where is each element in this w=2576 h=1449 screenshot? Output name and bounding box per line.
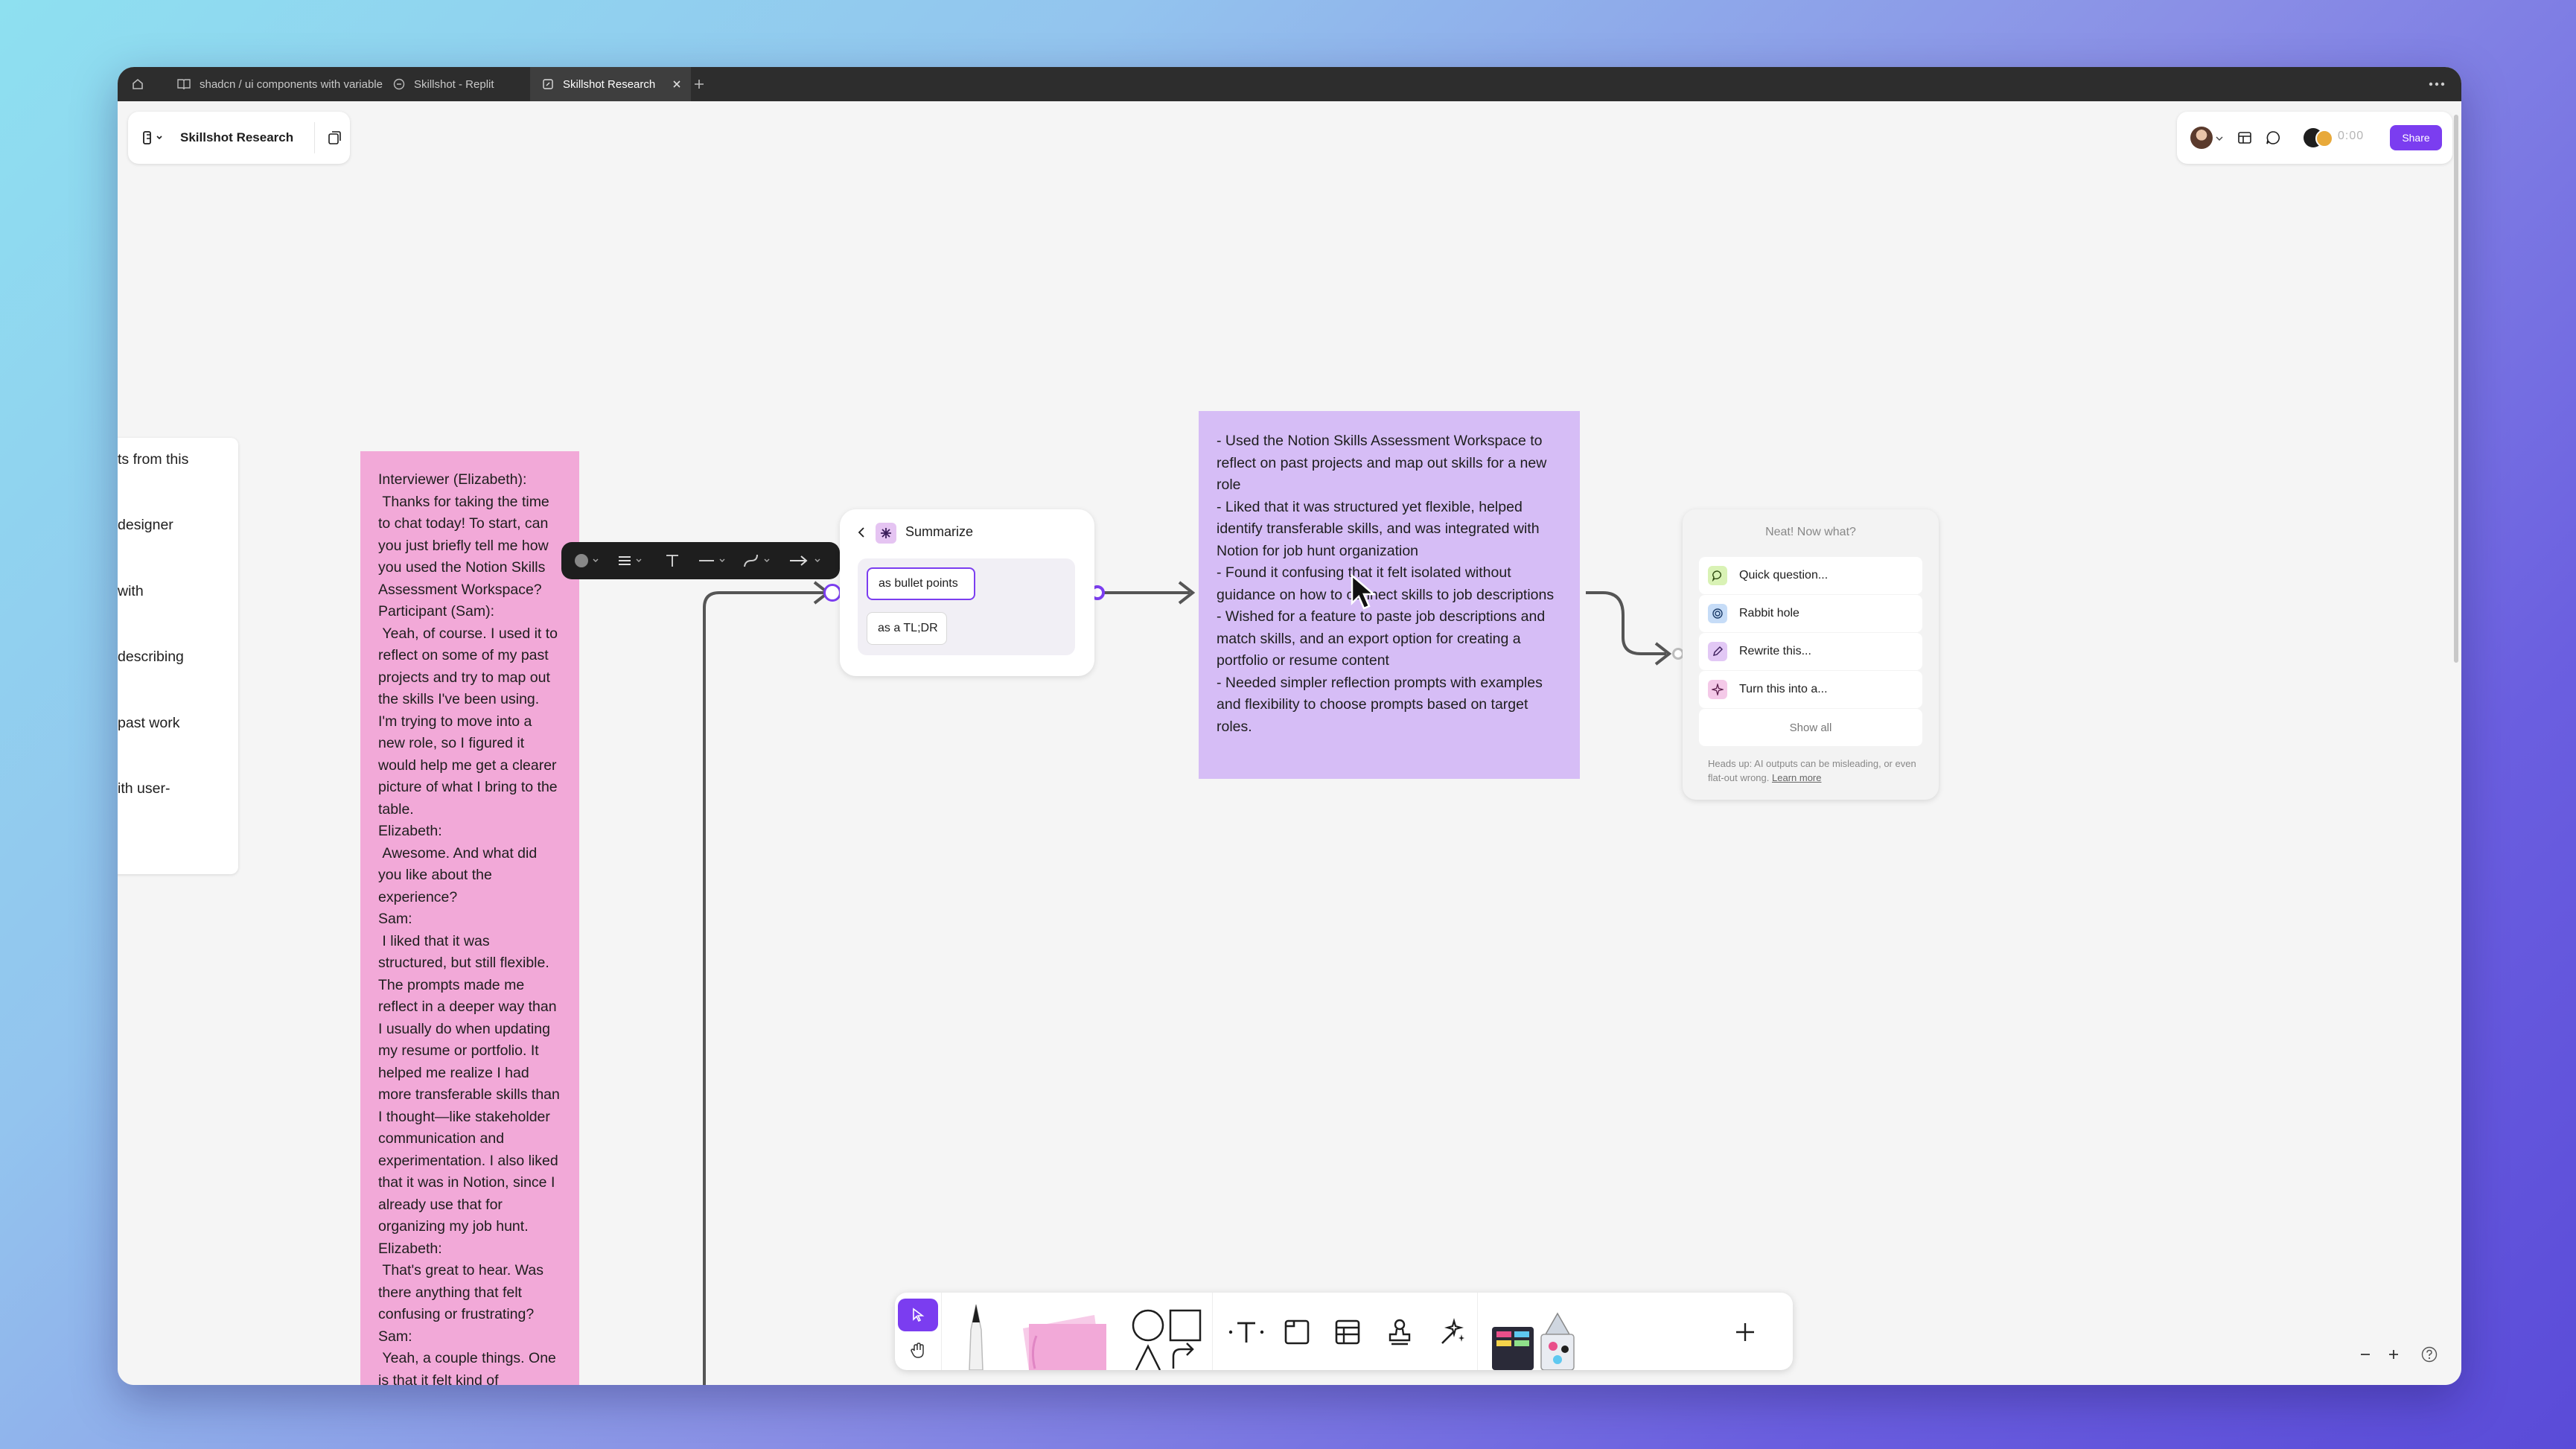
book-icon bbox=[177, 79, 191, 90]
quick-question-button[interactable]: Quick question... bbox=[1699, 557, 1922, 594]
text-tool[interactable] bbox=[1225, 1315, 1267, 1349]
connector-summary-to-whatnext bbox=[1586, 591, 1666, 655]
summarize-icon bbox=[876, 523, 896, 544]
section-frame-icon bbox=[1284, 1319, 1310, 1345]
dashed-line-icon bbox=[699, 558, 725, 562]
what-next-title: Neat! Now what? bbox=[1765, 526, 1856, 538]
help-button[interactable] bbox=[2417, 1342, 2442, 1367]
vertical-scrollbar[interactable] bbox=[2454, 115, 2458, 663]
tab-shadcn[interactable]: shadcn / ui components with variable bbox=[164, 67, 393, 101]
templates-tool[interactable] bbox=[1486, 1305, 1581, 1370]
learn-more-link[interactable]: Learn more bbox=[1772, 772, 1821, 783]
marker-tool[interactable] bbox=[954, 1300, 998, 1370]
connector-endpoint-handle[interactable] bbox=[823, 584, 841, 602]
connector-style-toolbar bbox=[561, 542, 840, 579]
select-tool[interactable] bbox=[898, 1299, 938, 1331]
rewrite-button[interactable]: Rewrite this... bbox=[1699, 633, 1922, 670]
back-chevron-icon[interactable] bbox=[856, 526, 867, 539]
text-t-icon bbox=[1228, 1322, 1264, 1343]
minus-icon bbox=[2361, 1354, 2370, 1355]
table-icon bbox=[1335, 1319, 1360, 1345]
divider bbox=[1212, 1293, 1213, 1370]
arrowhead-button[interactable] bbox=[785, 550, 829, 572]
browser-tab-bar: shadcn / ui components with variable Ski… bbox=[118, 67, 2461, 101]
section-tool[interactable] bbox=[1279, 1315, 1315, 1349]
sticky-notes-icon bbox=[1023, 1315, 1106, 1370]
summarize-ai-card: Summarize as bullet points as a TL;DR bbox=[840, 509, 1094, 676]
color-circle-icon bbox=[575, 554, 599, 567]
tab-skillshot-research[interactable]: Skillshot Research bbox=[530, 67, 691, 101]
new-tab-plus-icon[interactable] bbox=[689, 74, 709, 94]
what-next-ai-card: Neat! Now what? Quick question... Rabbit… bbox=[1683, 509, 1939, 800]
home-icon[interactable] bbox=[128, 74, 147, 94]
transcript-sticky-note[interactable]: Interviewer (Elizabeth): Thanks for taki… bbox=[360, 451, 579, 1385]
curved-line-icon bbox=[744, 554, 770, 567]
ai-sparkle-wand-icon bbox=[1441, 1318, 1464, 1344]
figjam-canvas[interactable]: Skillshot Research 0:00 Share ts from th… bbox=[118, 101, 2461, 1385]
color-picker-button[interactable] bbox=[572, 550, 605, 572]
cursor-arrow-icon bbox=[913, 1308, 925, 1322]
arrow-right-icon bbox=[790, 555, 820, 566]
marker-pen-icon bbox=[969, 1304, 983, 1370]
mouse-cursor-icon bbox=[1351, 573, 1377, 610]
text-button[interactable] bbox=[660, 550, 685, 572]
more-options-icon[interactable] bbox=[2426, 74, 2448, 94]
rabbit-hole-button[interactable]: Rabbit hole bbox=[1699, 595, 1922, 632]
item-label: Rewrite this... bbox=[1739, 645, 1811, 657]
show-all-label: Show all bbox=[1789, 721, 1832, 734]
tab-label: shadcn / ui components with variable bbox=[200, 77, 383, 91]
connector-transcript-to-summarize bbox=[703, 591, 825, 1385]
plus-icon bbox=[1736, 1323, 1754, 1341]
summarize-title: Summarize bbox=[905, 524, 974, 539]
option-tldr[interactable]: as a TL;DR bbox=[867, 612, 947, 645]
text-icon bbox=[666, 555, 678, 567]
hand-tool[interactable] bbox=[898, 1334, 938, 1367]
stroke-weight-button[interactable] bbox=[615, 550, 648, 572]
shape-tool[interactable] bbox=[1126, 1300, 1208, 1370]
pen-icon bbox=[1708, 642, 1727, 661]
speech-bubble-icon bbox=[1708, 566, 1727, 585]
zoom-in-button[interactable] bbox=[2381, 1342, 2406, 1367]
option-bullet-points[interactable]: as bullet points bbox=[867, 567, 975, 600]
item-label: Turn this into a... bbox=[1739, 683, 1828, 695]
zoom-out-button[interactable] bbox=[2353, 1342, 2378, 1367]
templates-widgets-icon bbox=[1492, 1312, 1575, 1370]
figma-file-icon bbox=[393, 78, 405, 90]
stamp-tool[interactable] bbox=[1382, 1315, 1418, 1349]
ai-disclaimer: Heads up: AI outputs can be misleading, … bbox=[1708, 757, 1916, 785]
shapes-icon bbox=[1132, 1309, 1202, 1370]
hand-icon bbox=[911, 1343, 924, 1358]
divider bbox=[1477, 1293, 1478, 1370]
options-container: as bullet points as a TL;DR bbox=[858, 558, 1075, 655]
figjam-file-icon bbox=[543, 79, 553, 89]
show-all-button[interactable]: Show all bbox=[1699, 709, 1922, 746]
line-type-button[interactable] bbox=[740, 550, 777, 572]
tab-label: Skillshot Research bbox=[563, 77, 656, 91]
sparkle-icon bbox=[1708, 680, 1727, 699]
item-label: Rabbit hole bbox=[1739, 607, 1799, 620]
tab-label: Skillshot - Replit bbox=[414, 77, 494, 91]
spiral-icon bbox=[1708, 604, 1727, 623]
close-icon[interactable] bbox=[672, 79, 682, 89]
sticky-note-tool[interactable] bbox=[1014, 1306, 1118, 1370]
ai-tool[interactable] bbox=[1434, 1315, 1470, 1349]
app-window: shadcn / ui components with variable Ski… bbox=[118, 67, 2461, 1385]
question-mark-icon bbox=[2421, 1346, 2438, 1363]
divider bbox=[941, 1293, 942, 1370]
plus-icon bbox=[2389, 1350, 2398, 1359]
more-tools-plus-button[interactable] bbox=[1724, 1315, 1766, 1349]
line-style-button[interactable] bbox=[695, 550, 733, 572]
bottom-creation-toolbar bbox=[895, 1293, 1793, 1370]
stroke-weight-icon bbox=[619, 556, 642, 565]
item-label: Quick question... bbox=[1739, 569, 1829, 582]
table-tool[interactable] bbox=[1330, 1315, 1365, 1349]
turn-into-button[interactable]: Turn this into a... bbox=[1699, 671, 1922, 708]
summary-sticky-note[interactable]: - Used the Notion Skills Assessment Work… bbox=[1199, 411, 1580, 779]
stamp-icon bbox=[1389, 1319, 1411, 1346]
